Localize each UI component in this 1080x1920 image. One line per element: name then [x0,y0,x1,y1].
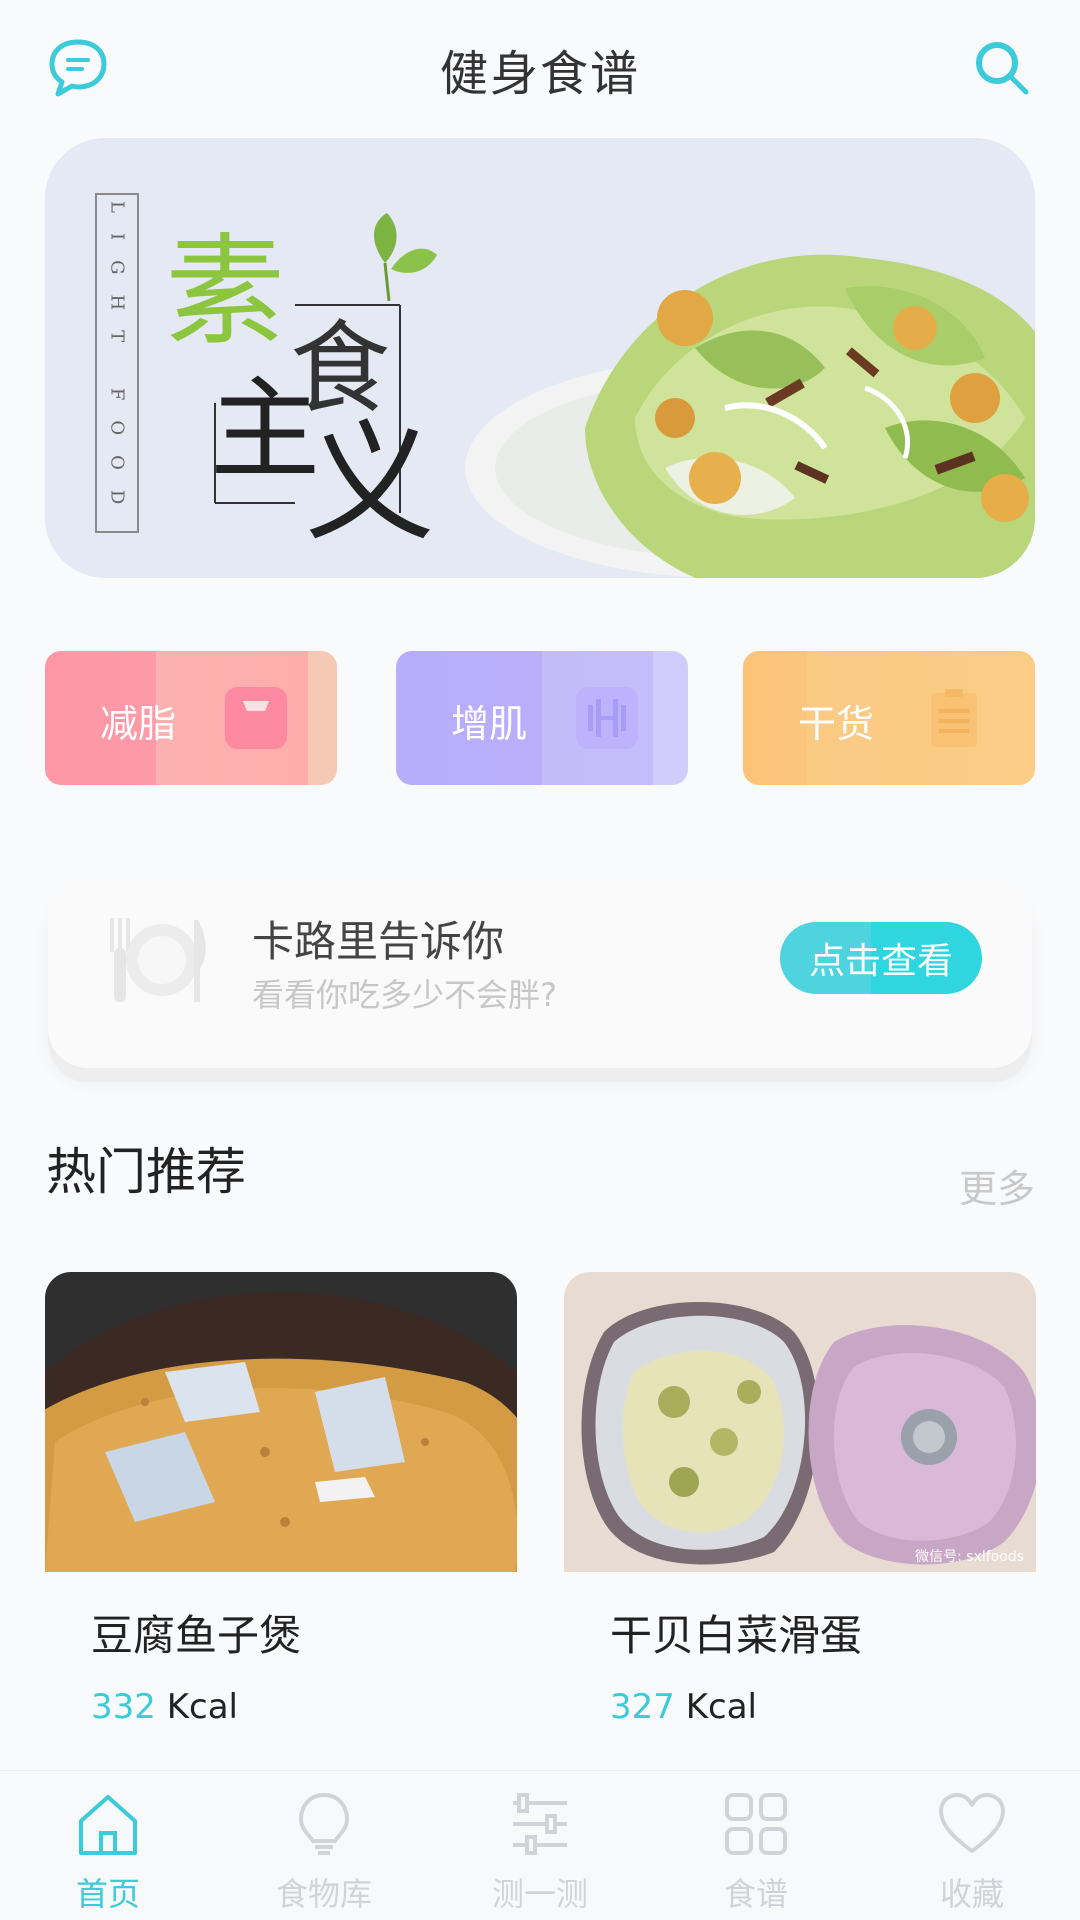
category-label: 干货 [798,702,875,746]
bottom-tab-bar: 首页 食物库 测一测 食谱 收藏 [0,1770,1080,1920]
tab-food-library[interactable]: 食物库 [254,1789,394,1919]
tab-label: 首页 [75,1875,140,1913]
kcal-value: 327 [610,1687,675,1727]
tab-label: 食物库 [275,1875,372,1913]
svg-text:素: 素 [165,223,285,362]
category-tips[interactable]: 干货 [743,651,1035,785]
kcal-unit: Kcal [685,1687,757,1727]
svg-text:义: 义 [305,407,435,553]
view-button[interactable]: 点击查看 [780,922,982,994]
tab-test[interactable]: 测一测 [470,1789,610,1919]
home-icon [79,1795,137,1855]
category-fat-loss[interactable]: 减脂 [45,651,337,785]
sliders-icon [513,1793,567,1855]
tab-favorites[interactable]: 收藏 [902,1789,1042,1919]
category-muscle-gain[interactable]: 增肌 [396,651,688,785]
category-label: 减脂 [100,702,177,746]
section-title: 热门推荐 [46,1143,246,1201]
more-link[interactable]: 更多 [959,1158,1035,1213]
watermark: 微信号: sxlfoods [915,1549,1024,1565]
recipe-image: 微信号: sxlfoods [564,1272,1036,1572]
calorie-title: 卡路里告诉你 [252,917,505,966]
banner-vertical-text: LIGHT FOOD [95,193,139,533]
kcal-unit: Kcal [166,1687,238,1727]
plate-utensils-icon [110,918,206,1002]
grid-icon [725,1793,787,1855]
recipe-kcal: 332 Kcal [91,1687,517,1727]
heart-icon [939,1793,1005,1853]
category-row: 减脂 增肌 干货 [45,651,1035,785]
tab-recipes[interactable]: 食谱 [686,1789,826,1919]
kcal-value: 332 [91,1687,156,1727]
recipe-card[interactable]: 微信号: sxlfoods 干贝白菜滑蛋 327 Kcal [564,1272,1036,1727]
search-icon[interactable] [970,36,1034,100]
top-bar: 健身食谱 [0,0,1080,130]
tab-label: 食谱 [723,1875,788,1913]
recipe-name: 干贝白菜滑蛋 [610,1611,863,1660]
calorie-card[interactable]: 卡路里告诉你 看看你吃多少不会胖? 点击查看 [48,878,1032,1068]
salad-image [465,254,1035,578]
recipe-kcal: 327 Kcal [610,1687,1036,1727]
tab-label: 收藏 [939,1875,1004,1913]
recipe-card[interactable]: 豆腐鱼子煲 332 Kcal [45,1272,517,1727]
page-title: 健身食谱 [439,46,640,102]
dumbbell-icon [576,687,638,749]
category-label: 增肌 [451,702,528,746]
tab-home[interactable]: 首页 [38,1789,178,1919]
calorie-subtitle: 看看你吃多少不会胖? [252,976,557,1014]
scale-icon [225,687,287,749]
lightbulb-icon [298,1792,350,1855]
recipe-image [45,1272,517,1572]
tab-label: 测一测 [491,1875,588,1913]
hero-banner[interactable]: LIGHT FOOD 素 主 食 义 [45,138,1035,578]
recipe-name: 豆腐鱼子煲 [91,1611,302,1660]
clipboard-icon [931,689,977,747]
